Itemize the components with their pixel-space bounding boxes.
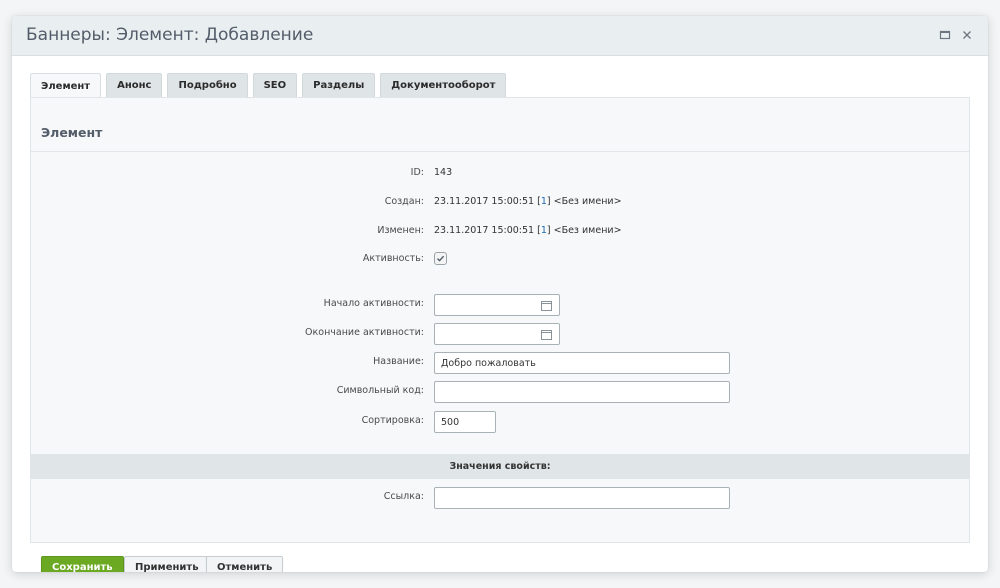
modified-user-name: <Без имени>	[553, 225, 622, 236]
apply-button[interactable]: Применить	[124, 556, 210, 572]
sort-label: Сортировка:	[361, 415, 424, 426]
created-user-name: <Без имени>	[553, 196, 622, 207]
active-from-input[interactable]	[434, 294, 560, 316]
active-from-label: Начало активности:	[323, 298, 424, 309]
created-user-link[interactable]: 1	[541, 196, 547, 207]
created-label: Создан:	[384, 196, 424, 207]
name-label: Название:	[373, 356, 424, 367]
row-active-from: Начало активности:	[31, 294, 969, 316]
row-id: ID: 143	[31, 163, 969, 185]
tab-announce[interactable]: Анонс	[106, 73, 163, 97]
tab-element[interactable]: Элемент	[30, 73, 102, 98]
check-icon	[437, 255, 445, 262]
row-active-to: Окончание активности:	[31, 323, 969, 345]
id-value: 143	[434, 167, 453, 178]
active-checkbox[interactable]	[434, 252, 447, 265]
active-label: Активность:	[362, 253, 424, 264]
dialog-title: Баннеры: Элемент: Добавление	[26, 25, 314, 45]
id-label: ID:	[410, 167, 424, 178]
row-name: Название: Добро пожаловать	[31, 352, 969, 374]
section-title: Элемент	[41, 125, 103, 140]
calendar-icon[interactable]	[541, 300, 552, 311]
modified-date: 23.11.2017 15:00:51	[434, 225, 535, 236]
save-button[interactable]: Сохранить	[41, 556, 124, 572]
tab-seo[interactable]: SEO	[252, 73, 298, 97]
close-icon[interactable]	[960, 28, 974, 42]
dialog-titlebar[interactable]: Баннеры: Элемент: Добавление	[12, 16, 988, 56]
code-input[interactable]	[434, 381, 730, 403]
row-link: Ссылка:	[31, 487, 969, 509]
sort-value: 500	[441, 416, 460, 428]
tab-sections[interactable]: Разделы	[302, 73, 376, 97]
modified-label: Изменен:	[377, 225, 424, 236]
link-label: Ссылка:	[383, 491, 424, 502]
sort-input[interactable]: 500	[434, 411, 496, 433]
dialog-window: Баннеры: Элемент: Добавление Элемент Ано…	[12, 16, 988, 572]
properties-title: Значения свойств:	[449, 461, 551, 472]
name-value: Добро пожаловать	[441, 357, 536, 369]
link-input[interactable]	[434, 487, 730, 509]
properties-header: Значения свойств:	[31, 454, 969, 479]
row-created: Создан: 23.11.2017 15:00:51 [1] <Без име…	[31, 192, 969, 214]
maximize-icon[interactable]	[938, 28, 952, 42]
tab-workflow[interactable]: Документооборот	[380, 73, 507, 97]
row-code: Символьный код:	[31, 381, 969, 403]
tab-bar: Элемент Анонс Подробно SEO Разделы Докум…	[30, 73, 507, 98]
cancel-button[interactable]: Отменить	[206, 556, 284, 572]
code-label: Символьный код:	[336, 385, 424, 396]
calendar-icon[interactable]	[541, 329, 552, 340]
active-to-label: Окончание активности:	[305, 327, 424, 338]
section-divider	[31, 151, 969, 152]
tab-panel: Элемент ID: 143 Создан: 23.11.2017 15:00…	[30, 97, 970, 543]
created-date: 23.11.2017 15:00:51	[434, 196, 535, 207]
name-input[interactable]: Добро пожаловать	[434, 352, 730, 374]
row-modified: Изменен: 23.11.2017 15:00:51 [1] <Без им…	[31, 221, 969, 243]
active-to-input[interactable]	[434, 323, 560, 345]
modified-value: 23.11.2017 15:00:51 [1] <Без имени>	[434, 225, 622, 236]
tab-details[interactable]: Подробно	[167, 73, 248, 97]
row-sort: Сортировка: 500	[31, 411, 969, 433]
created-value: 23.11.2017 15:00:51 [1] <Без имени>	[434, 196, 622, 207]
modified-user-link[interactable]: 1	[541, 225, 547, 236]
row-active: Активность:	[31, 249, 969, 271]
